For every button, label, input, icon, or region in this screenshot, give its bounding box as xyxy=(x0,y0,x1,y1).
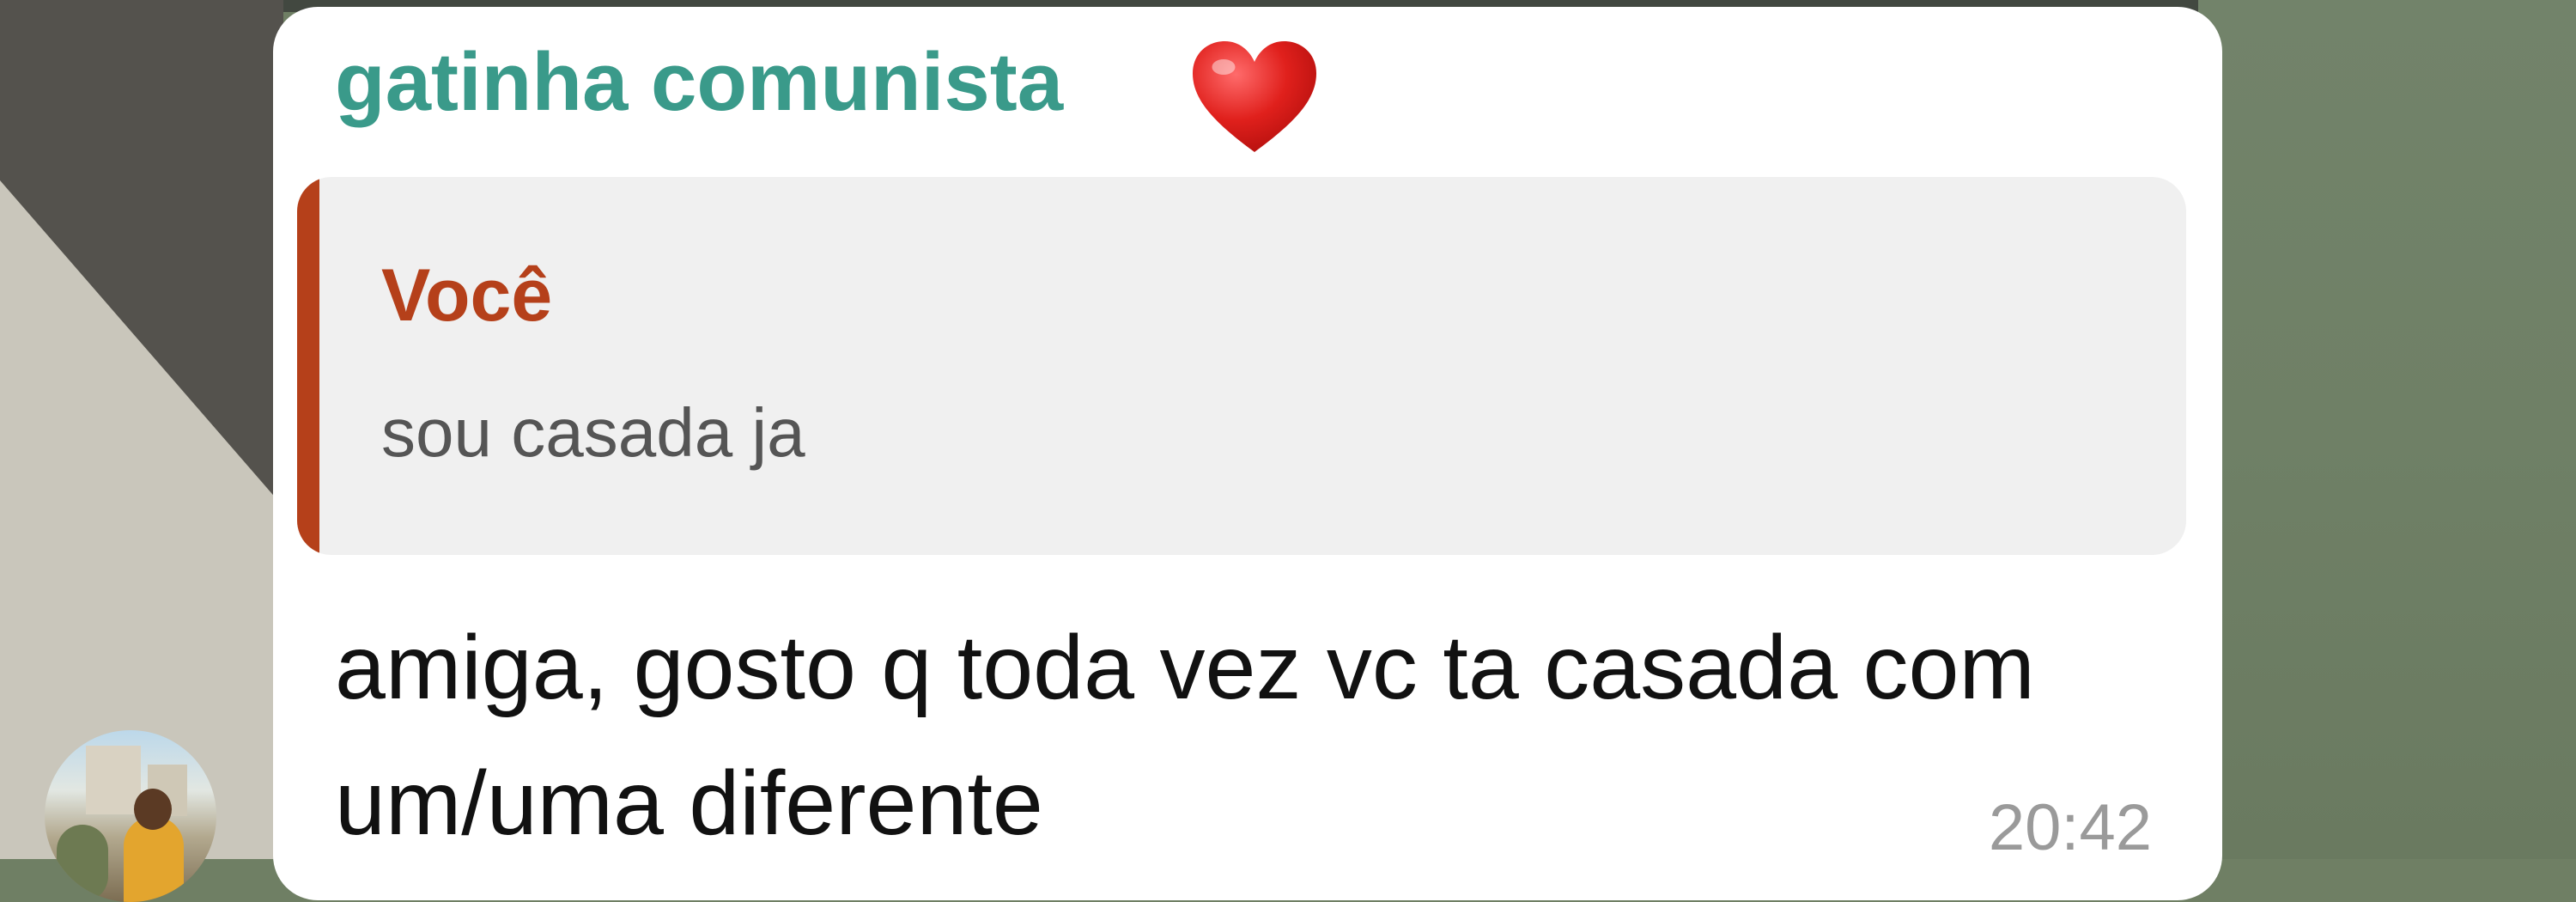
sender-name[interactable]: gatinha comunista xyxy=(335,41,1063,124)
background-right xyxy=(2198,0,2576,859)
quoted-reply[interactable]: Você sou casada ja xyxy=(297,177,2186,555)
avatar-building xyxy=(86,746,141,814)
avatar-tree xyxy=(57,825,108,902)
quote-accent-bar xyxy=(297,177,319,555)
quote-text: sou casada ja xyxy=(381,394,805,471)
avatar-person-head xyxy=(134,789,172,830)
sender-avatar[interactable] xyxy=(45,730,216,902)
message-bubble[interactable]: gatinha comunista Você sou casada ja ami… xyxy=(273,7,2222,900)
heart-icon xyxy=(1193,41,1316,152)
quote-author: Você xyxy=(381,254,553,337)
message-timestamp: 20:42 xyxy=(1988,791,2152,864)
message-text: amiga, gosto q toda vez vc ta casada com… xyxy=(335,617,2035,854)
